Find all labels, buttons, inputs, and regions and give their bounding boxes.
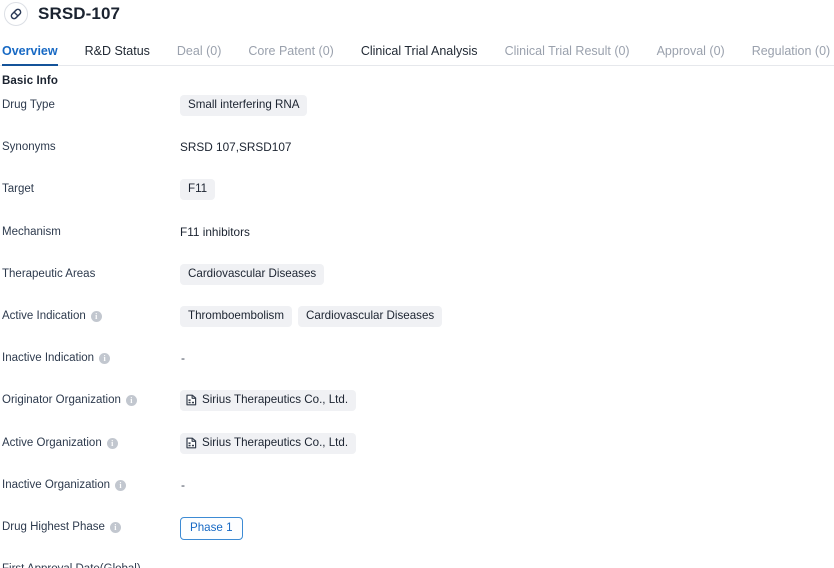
organization-chip[interactable]: Sirius Therapeutics Co., Ltd. [180, 432, 357, 454]
row-drug-highest-phase: Drug Highest Phase i Phase 1 [0, 514, 834, 556]
label-text: Inactive Organization [2, 478, 111, 491]
pill-capsule-icon [4, 2, 28, 26]
row-value-originator-organization: Sirius Therapeutics Co., Ltd. [180, 387, 834, 412]
row-value-first-approval-date-global: - [180, 556, 834, 568]
plain-value: SRSD 107,SRSD107 [180, 140, 292, 155]
page-header: SRSD-107 [0, 0, 834, 28]
page-title: SRSD-107 [38, 4, 121, 23]
info-icon[interactable]: i [106, 437, 118, 449]
chip-label: Phase 1 [190, 520, 233, 534]
row-label-inactive-indication: Inactive Indication i [0, 345, 180, 366]
section-title-basic-info: Basic Info [2, 75, 58, 87]
row-label-active-organization: Active Organization i [0, 430, 180, 451]
row-label-inactive-organization: Inactive Organization i [0, 472, 180, 493]
row-label-drug-type: Drug Type [0, 92, 180, 113]
chip-label: F11 [188, 182, 208, 196]
row-value-drug-type: Small interfering RNA [180, 92, 834, 116]
tab-regulation-0[interactable]: Regulation (0) [752, 44, 831, 66]
row-drug-type: Drug Type Small interfering RNA [0, 92, 834, 134]
chip-label: Cardiovascular Diseases [306, 308, 435, 322]
chip-label: Sirius Therapeutics Co., Ltd. [202, 435, 349, 449]
label-text: First Approval Date(Global) [2, 562, 141, 568]
tab-clinical-trial-analysis[interactable]: Clinical Trial Analysis [361, 44, 478, 66]
tab-clinical-trial-result-0[interactable]: Clinical Trial Result (0) [505, 44, 630, 66]
label-text: Drug Type [2, 99, 55, 111]
building-document-icon [186, 437, 197, 449]
row-value-inactive-organization: - [180, 472, 834, 492]
label-text: Active Organization [2, 436, 102, 449]
label-text: Synonyms [2, 141, 56, 154]
row-value-mechanism: F11 inhibitors [180, 219, 834, 239]
row-label-drug-highest-phase: Drug Highest Phase i [0, 514, 180, 535]
chip-label: Sirius Therapeutics Co., Ltd. [202, 393, 349, 407]
label-text: Therapeutic Areas [2, 267, 96, 280]
chip-label: Small interfering RNA [188, 98, 300, 111]
label-text: Target [2, 183, 34, 196]
row-target: Target F11 [0, 176, 834, 218]
label-text: Originator Organization [2, 394, 121, 407]
row-label-active-indication: Active Indication i [0, 303, 180, 324]
row-value-therapeutic-areas: Cardiovascular Diseases [180, 261, 834, 285]
tab-bar: Overview R&D Status Deal (0) Core Patent (0… [0, 34, 834, 66]
label-text: Drug Highest Phase [2, 520, 105, 533]
chip-label: Thromboembolism [188, 308, 284, 322]
organization-chip[interactable]: Sirius Therapeutics Co., Ltd. [180, 390, 357, 412]
row-label-mechanism: Mechanism [0, 219, 180, 240]
row-inactive-indication: Inactive Indication i - [0, 345, 834, 387]
drug-detail-page: SRSD-107 Overview R&D Status Deal (0) Core … [0, 0, 834, 568]
row-label-first-approval-date-global: First Approval Date(Global) [0, 556, 180, 568]
value-chip[interactable]: Cardiovascular Diseases [180, 263, 325, 285]
info-icon[interactable]: i [99, 353, 111, 365]
tab-deal-0[interactable]: Deal (0) [177, 44, 221, 66]
row-value-drug-highest-phase: Phase 1 [180, 514, 834, 540]
row-active-organization: Active Organization i Sirius Therapeutics … [0, 430, 834, 472]
info-icon[interactable]: i [109, 521, 121, 533]
info-icon[interactable]: i [115, 479, 127, 491]
row-label-originator-organization: Originator Organization i [0, 387, 180, 408]
row-value-active-organization: Sirius Therapeutics Co., Ltd. [180, 430, 834, 454]
row-label-therapeutic-areas: Therapeutic Areas [0, 261, 180, 282]
chip-label: Cardiovascular Diseases [188, 266, 317, 280]
row-inactive-organization: Inactive Organization i - [0, 472, 834, 514]
info-icon[interactable]: i [90, 310, 102, 322]
plain-value: F11 inhibitors [180, 224, 250, 239]
empty-value: - [181, 477, 185, 492]
row-value-target: F11 [180, 176, 834, 201]
row-value-synonyms: SRSD 107,SRSD107 [180, 134, 834, 154]
row-label-synonyms: Synonyms [0, 134, 180, 155]
info-icon[interactable]: i [125, 395, 137, 407]
row-mechanism: Mechanism F11 inhibitors [0, 219, 834, 261]
tab-r-d-status[interactable]: R&D Status [85, 44, 150, 66]
value-chip[interactable]: Thromboembolism [180, 305, 292, 327]
row-active-indication: Active Indication i Thromboembolism Cardiov… [0, 303, 834, 345]
empty-value: - [180, 559, 185, 568]
row-value-active-indication: Thromboembolism Cardiovascular Diseases [180, 303, 834, 327]
phase-chip[interactable]: Phase 1 [180, 516, 243, 540]
row-value-inactive-indication: - [180, 345, 834, 365]
row-originator-organization: Originator Organization i Sirius Therapeut… [0, 387, 834, 429]
tab-overview[interactable]: Overview [2, 44, 58, 66]
value-chip[interactable]: F11 [180, 179, 216, 201]
label-text: Active Indication [2, 309, 86, 322]
tab-core-patent-0[interactable]: Core Patent (0) [248, 44, 333, 66]
building-document-icon [186, 394, 197, 406]
label-text: Inactive Indication [2, 352, 95, 365]
row-first-approval-date-global: First Approval Date(Global) - [0, 556, 834, 568]
value-chip[interactable]: Small interfering RNA [180, 95, 308, 116]
row-synonyms: Synonyms SRSD 107,SRSD107 [0, 134, 834, 176]
value-chip[interactable]: Cardiovascular Diseases [298, 305, 443, 327]
row-label-target: Target [0, 176, 180, 197]
label-text: Mechanism [2, 225, 61, 238]
basic-info-rows: Drug Type Small interfering RNA Synonyms SR… [0, 92, 834, 568]
row-therapeutic-areas: Therapeutic Areas Cardiovascular Diseases [0, 261, 834, 303]
empty-value: - [181, 351, 185, 366]
tab-approval-0[interactable]: Approval (0) [657, 44, 725, 66]
